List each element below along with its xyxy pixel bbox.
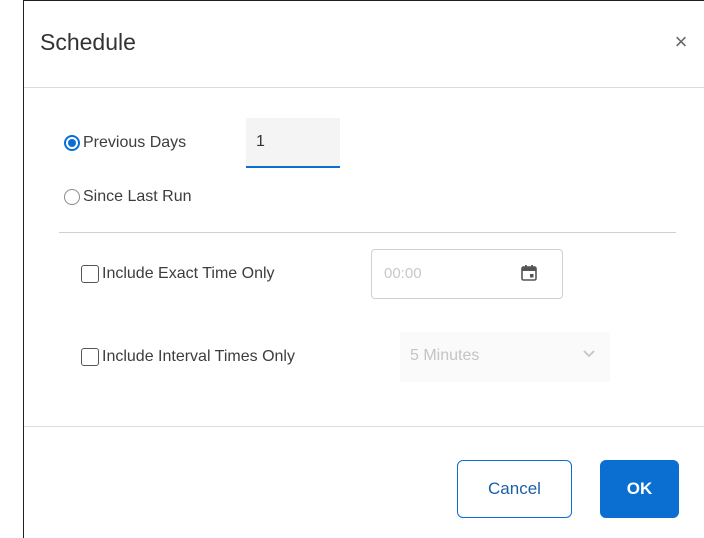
close-icon[interactable]: × [670, 31, 692, 53]
ok-button[interactable]: OK [600, 460, 679, 518]
exact-time-checkbox[interactable] [81, 265, 99, 283]
schedule-dialog: Schedule × Previous Days Since Last Run … [23, 0, 704, 538]
footer-divider [24, 426, 704, 427]
previous-days-input[interactable] [246, 118, 340, 168]
previous-days-label: Previous Days [83, 134, 187, 151]
since-last-run-radio[interactable] [64, 189, 80, 205]
dialog-title: Schedule [40, 29, 136, 55]
dialog-header: Schedule × [24, 1, 704, 88]
interval-times-label: Include Interval Times Only [102, 348, 295, 365]
exact-time-label: Include Exact Time Only [102, 265, 275, 282]
chevron-down-icon [583, 350, 595, 358]
exact-time-option[interactable]: Include Exact Time Only [81, 265, 275, 283]
since-last-run-option[interactable]: Since Last Run [64, 188, 192, 206]
section-divider [59, 232, 676, 233]
calendar-icon[interactable] [520, 264, 538, 282]
since-last-run-label: Since Last Run [83, 188, 192, 205]
interval-times-checkbox[interactable] [81, 348, 99, 366]
cancel-button[interactable]: Cancel [457, 460, 572, 518]
previous-days-option[interactable]: Previous Days [64, 134, 186, 152]
exact-time-input[interactable]: 00:00 [371, 249, 563, 299]
interval-select[interactable]: 5 Minutes [400, 332, 610, 382]
exact-time-placeholder: 00:00 [384, 265, 422, 282]
interval-times-option[interactable]: Include Interval Times Only [81, 348, 295, 366]
previous-days-radio[interactable] [64, 135, 80, 151]
interval-select-value: 5 Minutes [410, 347, 480, 364]
